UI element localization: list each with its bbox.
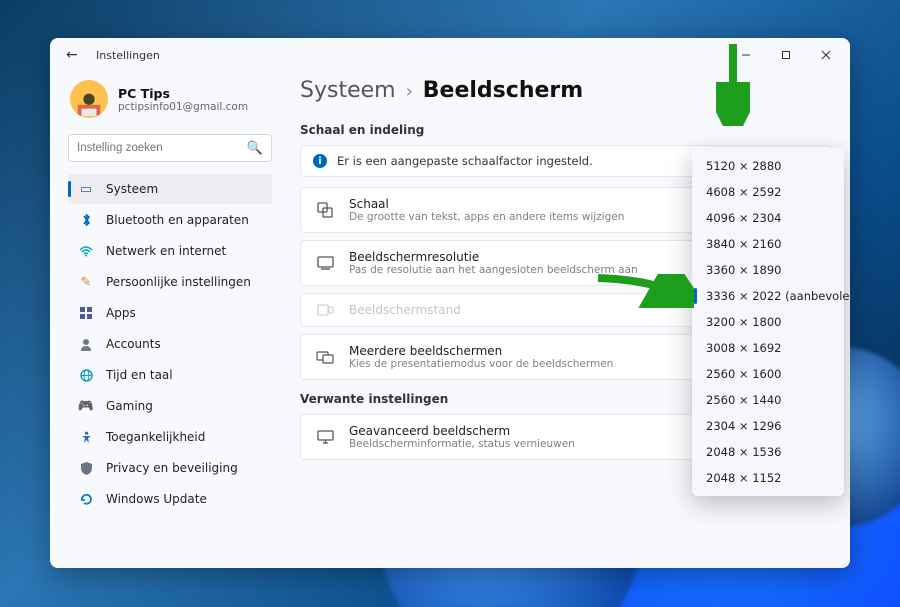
back-button[interactable]: ←	[66, 47, 84, 63]
sidebar-nav: ▭ Systeem Bluetooth en apparaten Netwerk…	[68, 174, 272, 514]
resolution-option[interactable]: 4608 × 2592	[692, 179, 844, 205]
titlebar: ← Instellingen	[50, 38, 850, 72]
maximize-button[interactable]	[766, 38, 806, 72]
sidebar-item-network[interactable]: Netwerk en internet	[68, 236, 272, 266]
brush-icon: ✎	[78, 275, 94, 290]
search-icon: 🔍	[247, 141, 263, 156]
sidebar-item-update[interactable]: Windows Update	[68, 484, 272, 514]
search-box[interactable]: 🔍	[68, 134, 272, 162]
sidebar-item-privacy[interactable]: Privacy en beveiliging	[68, 453, 272, 483]
sidebar-item-label: Privacy en beveiliging	[106, 461, 238, 475]
resolution-option[interactable]: 3840 × 2160	[692, 231, 844, 257]
resolution-option[interactable]: 2304 × 1296	[692, 413, 844, 439]
section-heading-scale: Schaal en indeling	[300, 119, 832, 145]
resolution-dropdown[interactable]: 5120 × 28804608 × 25924096 × 23043840 × …	[692, 148, 844, 496]
globe-icon	[78, 369, 94, 382]
sidebar-item-label: Bluetooth en apparaten	[106, 213, 249, 227]
sidebar-item-accounts[interactable]: Accounts	[68, 329, 272, 359]
sidebar-item-label: Netwerk en internet	[106, 244, 226, 258]
avatar	[70, 80, 108, 118]
sidebar-item-label: Gaming	[106, 399, 153, 413]
resolution-option[interactable]: 2048 × 1152	[692, 465, 844, 491]
maximize-icon	[781, 50, 791, 60]
breadcrumb: Systeem › Beeldscherm	[300, 74, 832, 119]
resolution-option[interactable]: 2560 × 1440	[692, 387, 844, 413]
multi-display-icon	[315, 351, 335, 364]
monitor-icon	[315, 430, 335, 444]
resolution-option[interactable]: 3008 × 1692	[692, 335, 844, 361]
accessibility-icon	[78, 431, 94, 444]
settings-window: ← Instellingen PC Tips pctipsinfo01	[50, 38, 850, 568]
resolution-option[interactable]: 5120 × 2880	[692, 153, 844, 179]
sidebar-item-label: Accounts	[106, 337, 161, 351]
resolution-option[interactable]: 3360 × 1890	[692, 257, 844, 283]
search-input[interactable]	[77, 142, 247, 154]
gamepad-icon: 🎮	[78, 399, 94, 414]
sidebar-item-label: Toegankelijkheid	[106, 430, 205, 444]
minimize-icon	[741, 50, 751, 60]
resolution-option[interactable]: 2048 × 1536	[692, 439, 844, 465]
sidebar-item-label: Systeem	[106, 182, 158, 196]
close-icon	[821, 50, 831, 60]
window-controls	[726, 38, 846, 72]
update-icon	[78, 493, 94, 506]
window-title: Instellingen	[96, 49, 726, 62]
sidebar-item-system[interactable]: ▭ Systeem	[68, 174, 272, 204]
resolution-option[interactable]: 4096 × 2304	[692, 205, 844, 231]
sidebar-item-personalization[interactable]: ✎ Persoonlijke instellingen	[68, 267, 272, 297]
minimize-button[interactable]	[726, 38, 766, 72]
orientation-icon	[315, 304, 335, 316]
close-button[interactable]	[806, 38, 846, 72]
person-icon	[78, 338, 94, 351]
display-icon: ▭	[78, 182, 94, 197]
scale-icon	[315, 202, 335, 218]
sidebar-item-apps[interactable]: Apps	[68, 298, 272, 328]
sidebar: PC Tips pctipsinfo01@gmail.com 🔍 ▭ Syste…	[68, 74, 272, 564]
info-icon: i	[313, 154, 327, 168]
sidebar-item-bluetooth[interactable]: Bluetooth en apparaten	[68, 205, 272, 235]
bluetooth-icon	[78, 213, 94, 227]
wifi-icon	[78, 246, 94, 257]
banner-text: Er is een aangepaste schaalfactor ingest…	[337, 154, 740, 168]
sidebar-item-time[interactable]: Tijd en taal	[68, 360, 272, 390]
breadcrumb-current: Beeldscherm	[423, 78, 583, 103]
sidebar-item-accessibility[interactable]: Toegankelijkheid	[68, 422, 272, 452]
chevron-right-icon: ›	[406, 81, 413, 102]
user-email: pctipsinfo01@gmail.com	[118, 101, 248, 113]
sidebar-item-label: Windows Update	[106, 492, 207, 506]
resolution-option[interactable]: 2560 × 1600	[692, 361, 844, 387]
resolution-option[interactable]: 3336 × 2022 (aanbevolen)	[692, 283, 844, 309]
resolution-option[interactable]: 3200 × 1800	[692, 309, 844, 335]
user-panel[interactable]: PC Tips pctipsinfo01@gmail.com	[68, 74, 272, 130]
breadcrumb-root[interactable]: Systeem	[300, 78, 396, 103]
apps-icon	[78, 307, 94, 319]
sidebar-item-label: Tijd en taal	[106, 368, 173, 382]
sidebar-item-label: Persoonlijke instellingen	[106, 275, 251, 289]
sidebar-item-gaming[interactable]: 🎮 Gaming	[68, 391, 272, 421]
shield-icon	[78, 462, 94, 475]
sidebar-item-label: Apps	[106, 306, 136, 320]
user-name: PC Tips	[118, 86, 248, 101]
resolution-icon	[315, 256, 335, 270]
